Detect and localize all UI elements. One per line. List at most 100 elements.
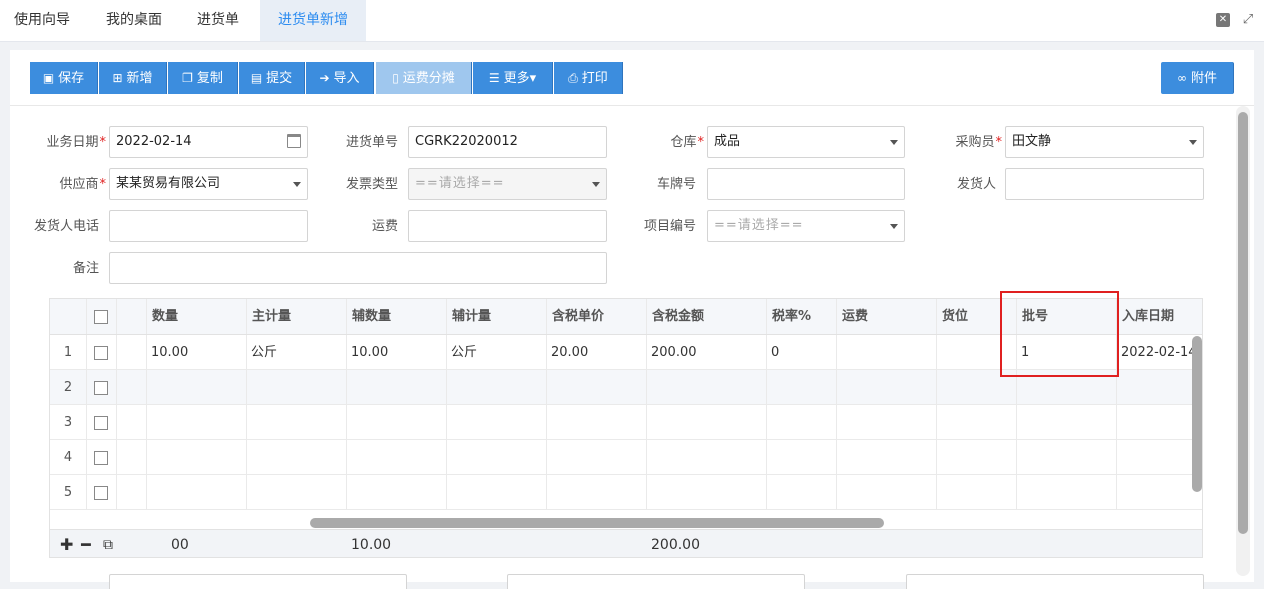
table-row[interactable]: 1 10.00 公斤 10.00 公斤 20.00 200.00 0 1 202… <box>50 335 1202 370</box>
biz-date-label: 业务日期* <box>46 135 106 150</box>
col-price[interactable]: 含税单价 <box>547 299 647 334</box>
more-button[interactable]: ☰ 更多▾ <box>473 62 553 94</box>
chevron-down-icon <box>890 224 898 229</box>
invoice-type-select[interactable]: ==请选择== <box>408 168 607 200</box>
col-batch[interactable]: 批号 <box>1017 299 1117 334</box>
supplier-label: 供应商* <box>59 177 106 192</box>
import-button[interactable]: ➔ 导入 <box>306 62 374 94</box>
tab-purchase-new[interactable]: 进货单新增 <box>260 0 366 41</box>
cell-in-date[interactable]: 2022-02-14 <box>1117 335 1202 370</box>
submit-button[interactable]: ▤ 提交 <box>239 62 305 94</box>
project-select[interactable]: ==请选择== <box>707 210 905 242</box>
cell-unit[interactable]: 公斤 <box>247 335 347 370</box>
row-checkbox[interactable] <box>94 346 108 360</box>
supplier-select[interactable]: 某某贸易有限公司 <box>109 168 308 200</box>
col-qty[interactable]: 数量 <box>147 299 247 334</box>
col-unit[interactable]: 主计量 <box>247 299 347 334</box>
bottom-input[interactable] <box>109 574 407 589</box>
bottom-input[interactable] <box>507 574 805 589</box>
new-button[interactable]: ⊞ 新增 <box>99 62 167 94</box>
col-amount[interactable]: 含税金额 <box>647 299 767 334</box>
freight-label: 运费 <box>371 219 398 234</box>
buyer-label: 采购员* <box>955 135 1002 150</box>
col-aux-unit[interactable]: 辅计量 <box>447 299 547 334</box>
sign-in-icon: ➔ <box>319 71 330 85</box>
freight-split-button[interactable]: ▯ 运费分摊 <box>376 62 472 94</box>
save-button[interactable]: ▣ 保存 <box>30 62 98 94</box>
col-aux-qty[interactable]: 辅数量 <box>347 299 447 334</box>
detail-grid: 数量 主计量 辅数量 辅计量 含税单价 含税金额 税率% 运费 货位 批号 入库… <box>49 298 1203 558</box>
shipper-phone-label: 发货人电话 <box>33 219 99 234</box>
shipper-phone-input[interactable] <box>109 210 308 242</box>
chevron-down-icon <box>1189 140 1197 145</box>
table-row[interactable]: 3 <box>50 405 1202 440</box>
footer-aux-total: 10.00 <box>351 537 392 553</box>
remark-label: 备注 <box>72 261 99 276</box>
cell-amount[interactable]: 200.00 <box>647 335 767 370</box>
cell-aux-qty[interactable]: 10.00 <box>347 335 447 370</box>
buyer-select[interactable]: 田文静 <box>1005 126 1204 158</box>
close-tabs-icon[interactable]: ✕ <box>1216 13 1230 27</box>
remark-input[interactable] <box>109 252 607 284</box>
file-icon: ▯ <box>392 71 399 85</box>
tab-bar: 使用向导 我的桌面 进货单 进货单新增 ✕ ⤢ <box>0 0 1264 42</box>
remove-row-icon[interactable]: ━ <box>81 530 91 557</box>
plus-square-icon: ⊞ <box>112 71 123 85</box>
cell-price[interactable]: 20.00 <box>547 335 647 370</box>
copy-row-icon[interactable]: ⧉ <box>103 530 113 557</box>
attachment-button[interactable]: ∞ 附件 <box>1161 62 1234 94</box>
page-vertical-scrollbar[interactable] <box>1238 112 1248 534</box>
row-checkbox[interactable] <box>94 416 108 430</box>
doc-no-input[interactable]: CGRK22020012 <box>408 126 607 158</box>
shipper-label: 发货人 <box>956 177 996 192</box>
table-row[interactable]: 2 <box>50 370 1202 405</box>
row-checkbox[interactable] <box>94 486 108 500</box>
freight-input[interactable] <box>408 210 607 242</box>
select-all-checkbox[interactable] <box>94 310 108 324</box>
row-checkbox[interactable] <box>94 451 108 465</box>
cell-qty[interactable]: 10.00 <box>147 335 247 370</box>
shipper-input[interactable] <box>1005 168 1204 200</box>
print-icon: ⎙ <box>568 71 578 85</box>
cell-aux-unit[interactable]: 公斤 <box>447 335 547 370</box>
plate-input[interactable] <box>707 168 905 200</box>
warehouse-label: 仓库* <box>670 135 704 150</box>
document-icon: ▤ <box>250 71 263 85</box>
row-checkbox[interactable] <box>94 381 108 395</box>
add-row-icon[interactable]: ✚ <box>60 530 73 557</box>
grid-header: 数量 主计量 辅数量 辅计量 含税单价 含税金额 税率% 运费 货位 批号 入库… <box>50 299 1202 335</box>
grid-horizontal-scrollbar[interactable] <box>310 518 884 528</box>
menu-icon: ☰ <box>488 71 500 85</box>
grid-vertical-scrollbar[interactable] <box>1192 336 1202 492</box>
cell-batch[interactable]: 1 <box>1017 335 1117 370</box>
col-in-date[interactable]: 入库日期 <box>1117 299 1202 334</box>
chevron-down-icon <box>293 182 301 187</box>
doc-no-label: 进货单号 <box>345 135 398 150</box>
grid-footer: ✚ ━ ⧉ 00 10.00 200.00 <box>50 529 1202 557</box>
fullscreen-icon[interactable]: ⤢ <box>1241 13 1255 27</box>
table-row[interactable]: 4 <box>50 440 1202 475</box>
copy-icon: ❐ <box>182 71 193 85</box>
cell-location[interactable] <box>937 335 1017 370</box>
warehouse-select[interactable]: 成品 <box>707 126 905 158</box>
bottom-input[interactable] <box>906 574 1204 589</box>
link-icon: ∞ <box>1176 71 1187 85</box>
project-label: 项目编号 <box>643 219 696 234</box>
chevron-down-icon <box>592 182 600 187</box>
cell-freight[interactable] <box>837 335 937 370</box>
invoice-type-label: 发票类型 <box>345 177 398 192</box>
table-row[interactable]: 5 <box>50 475 1202 510</box>
tab-purchase-list[interactable]: 进货单 <box>184 0 252 41</box>
tab-guide[interactable]: 使用向导 <box>0 0 84 41</box>
chevron-down-icon <box>890 140 898 145</box>
biz-date-input[interactable]: 2022-02-14 <box>109 126 308 158</box>
print-button[interactable]: ⎙ 打印 <box>554 62 623 94</box>
calendar-icon[interactable] <box>287 134 301 148</box>
plate-label: 车牌号 <box>656 177 696 192</box>
cell-tax[interactable]: 0 <box>767 335 837 370</box>
tab-desktop[interactable]: 我的桌面 <box>92 0 176 41</box>
col-freight[interactable]: 运费 <box>837 299 937 334</box>
col-tax[interactable]: 税率% <box>767 299 837 334</box>
col-location[interactable]: 货位 <box>937 299 1017 334</box>
copy-button[interactable]: ❐ 复制 <box>168 62 238 94</box>
